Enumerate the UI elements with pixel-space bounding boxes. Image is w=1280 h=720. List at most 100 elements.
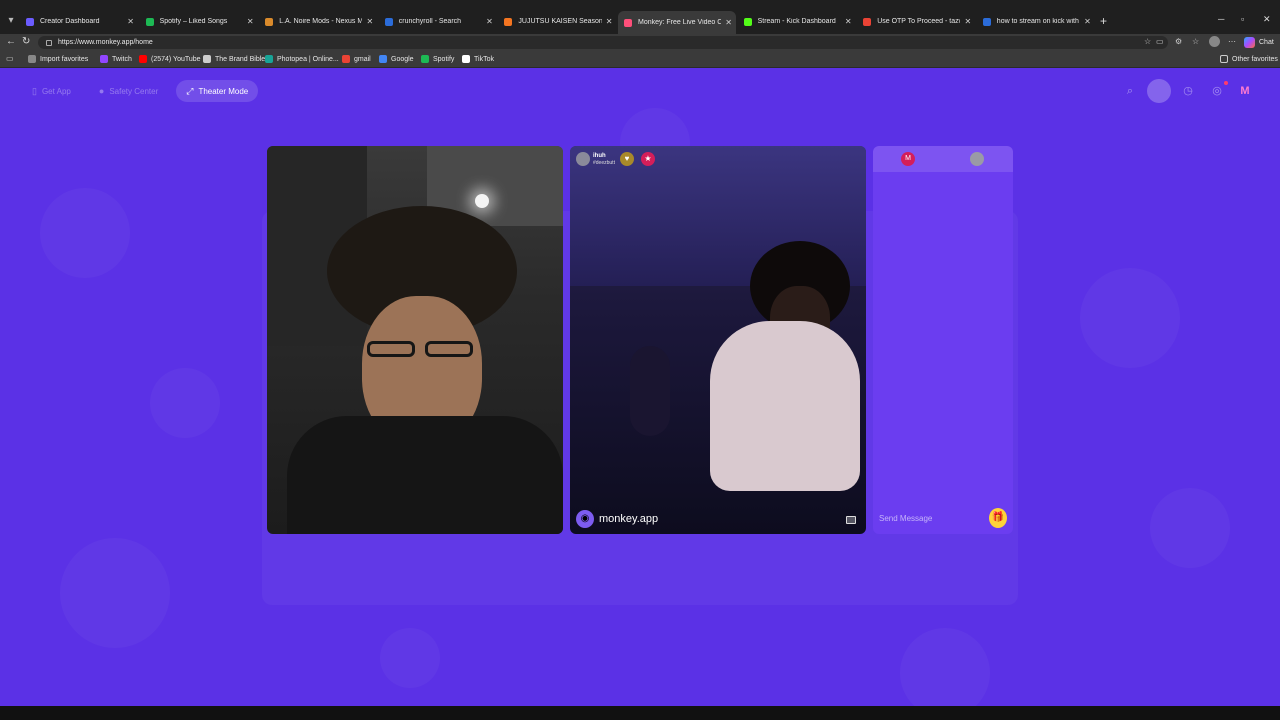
close-tab-icon[interactable]: ✕ xyxy=(486,17,493,26)
browser-tab[interactable]: Use OTP To Proceed - tazwopo@ ✕ xyxy=(857,13,975,30)
tab-favicon-icon xyxy=(265,17,274,26)
restore-icon[interactable]: ▫ xyxy=(1241,14,1244,24)
gift-icon[interactable]: 🎁 xyxy=(989,508,1007,528)
browser-tab[interactable]: JUJUTSU KAISEN Season 3 About ✕ xyxy=(498,13,616,30)
safety-center-button[interactable]: ● Safety Center xyxy=(89,80,168,102)
reader-view-icon[interactable]: ▭ xyxy=(1156,37,1164,46)
monkey-watermark: ◉ monkey.app xyxy=(576,510,658,528)
favorite-icon xyxy=(342,55,350,63)
chat-tab-self[interactable]: M xyxy=(901,152,915,166)
tab-favicon-icon xyxy=(384,17,393,26)
chat-tabs: M xyxy=(873,146,1013,172)
tab-title: JUJUTSU KAISEN Season 3 About xyxy=(518,18,602,25)
favorite-icon xyxy=(265,55,273,63)
browser-tab[interactable]: Spotify – Liked Songs ✕ xyxy=(140,13,258,30)
favorite-link[interactable]: Google xyxy=(379,53,414,65)
monkey-logo-icon: ◉ xyxy=(576,510,594,528)
favorite-link[interactable]: (2574) YouTube xyxy=(139,53,201,65)
browser-tab[interactable]: Monkey: Free Live Video Chat✕ xyxy=(618,11,736,34)
tab-title: Stream - Kick Dashboard xyxy=(757,18,836,25)
favorites-icon[interactable]: ☆ xyxy=(1192,37,1199,46)
favorite-icon xyxy=(462,55,470,63)
tab-title: Spotify – Liked Songs xyxy=(159,18,228,25)
favorite-link[interactable]: gmail xyxy=(342,53,371,65)
lamp-light xyxy=(475,194,489,208)
theater-mode-button[interactable]: ⤢ Theater Mode xyxy=(176,80,259,102)
favorite-star-icon[interactable]: ☆ xyxy=(1144,37,1151,46)
tab-list-icon[interactable]: ▾ xyxy=(4,14,18,28)
remote-user-avatar[interactable] xyxy=(576,152,590,166)
chat-panel: M 🎁 xyxy=(873,146,1013,534)
remote-video: ihuh #deezbutt ♥ ★ ◉ monkey.app xyxy=(570,146,866,534)
remote-user-header: ihuh #deezbutt ♥ ★ xyxy=(576,152,662,166)
back-icon[interactable]: ← xyxy=(6,36,16,48)
chat-tab-remote[interactable] xyxy=(970,152,984,166)
shield-icon: ● xyxy=(98,86,105,96)
phone-icon: ▯ xyxy=(32,85,37,96)
get-app-button[interactable]: ▯ Get App xyxy=(22,80,81,102)
minimize-icon[interactable]: ─ xyxy=(1218,14,1224,24)
remote-user-name: ihuh xyxy=(593,152,606,159)
favorite-link[interactable]: TikTok xyxy=(462,53,494,65)
address-toolbar: ← ↻ https://www.monkey.app/home ☆ ▭ ⚙ ☆ … xyxy=(0,34,1280,50)
favorite-link[interactable]: The Brand Bible xyxy=(203,53,265,65)
copilot-chat-button[interactable]: Chat xyxy=(1244,35,1274,49)
local-video xyxy=(267,146,563,534)
sidebar-toggle-icon[interactable]: ▭ xyxy=(6,54,14,63)
search-icon[interactable]: ⌕ xyxy=(1120,81,1140,101)
browser-tab[interactable]: L.A. Noire Mods - Nexus Mods✕ xyxy=(259,13,377,30)
favorite-label: (2574) YouTube xyxy=(151,55,201,63)
more-menu-icon[interactable]: ⋯ xyxy=(1228,37,1236,46)
favorite-label: Import favorites xyxy=(40,55,89,63)
tab-favicon-icon xyxy=(863,17,872,26)
extensions-icon[interactable]: ⚙ xyxy=(1175,37,1182,46)
tab-favicon-icon xyxy=(145,17,154,26)
new-tab-button[interactable]: + xyxy=(1100,14,1107,28)
other-favorites[interactable]: Other favorites xyxy=(1220,53,1278,65)
refresh-icon[interactable]: ↻ xyxy=(22,36,30,48)
favorite-link[interactable]: Spotify xyxy=(421,53,454,65)
favorite-label: TikTok xyxy=(474,55,494,63)
close-tab-icon[interactable]: ✕ xyxy=(366,17,373,26)
tab-favicon-icon xyxy=(26,17,34,26)
folder-icon xyxy=(1220,55,1228,63)
chat-input-row: 🎁 xyxy=(873,502,1013,534)
site-info-icon[interactable] xyxy=(46,39,52,46)
favorite-icon xyxy=(379,55,387,63)
heart-badge-icon[interactable]: ♥ xyxy=(619,152,634,166)
close-window-icon[interactable]: ✕ xyxy=(1263,14,1271,25)
profile-avatar[interactable] xyxy=(1209,36,1220,47)
close-tab-icon[interactable]: ✕ xyxy=(964,17,971,26)
report-icon[interactable] xyxy=(846,516,856,524)
favorite-icon xyxy=(28,55,36,63)
url-text: https://www.monkey.app/home xyxy=(58,39,153,46)
close-tab-icon[interactable]: ✕ xyxy=(845,17,852,26)
copilot-icon xyxy=(1244,36,1255,48)
browser-tab[interactable]: Creator Dashboard ✕ xyxy=(20,13,138,30)
close-tab-icon[interactable]: ✕ xyxy=(127,17,134,26)
profile-button[interactable]: M xyxy=(1235,81,1255,101)
browser-tab[interactable]: crunchyroll - Search ✕ xyxy=(379,13,497,30)
history-icon[interactable]: ◷ xyxy=(1178,81,1198,101)
close-tab-icon[interactable]: ✕ xyxy=(1084,17,1091,26)
favorite-link[interactable]: Import favorites xyxy=(28,53,88,65)
gift-badge-icon[interactable]: ★ xyxy=(640,152,655,166)
close-tab-icon[interactable]: ✕ xyxy=(725,18,732,27)
expand-icon: ⤢ xyxy=(186,85,194,96)
browser-tab[interactable]: Stream - Kick Dashboard ✕ xyxy=(738,13,856,30)
close-tab-icon[interactable]: ✕ xyxy=(247,17,254,26)
close-tab-icon[interactable]: ✕ xyxy=(606,17,613,26)
favorites-bar: ▭ Import favorites Twitch (2574) YouTube Th… xyxy=(0,50,1280,68)
url-bar[interactable]: https://www.monkey.app/home xyxy=(38,36,1168,49)
favorite-link[interactable]: Twitch xyxy=(100,53,132,65)
remote-user-subtitle: #deezbutt xyxy=(593,159,615,166)
browser-tab-bar: ▾ Creator Dashboard ✕ Spotify – Liked Song… xyxy=(0,0,1280,34)
send-message-input[interactable] xyxy=(879,513,989,523)
tab-title: crunchyroll - Search xyxy=(398,18,462,25)
browser-tab[interactable]: how to stream on kick with obs - ✕ xyxy=(977,13,1095,30)
favorite-link[interactable]: Photopea | Online... xyxy=(265,53,339,65)
favorite-icon xyxy=(421,55,429,63)
tab-favicon-icon xyxy=(624,18,632,27)
favorite-label: gmail xyxy=(354,55,371,63)
points-button[interactable] xyxy=(1147,79,1171,103)
